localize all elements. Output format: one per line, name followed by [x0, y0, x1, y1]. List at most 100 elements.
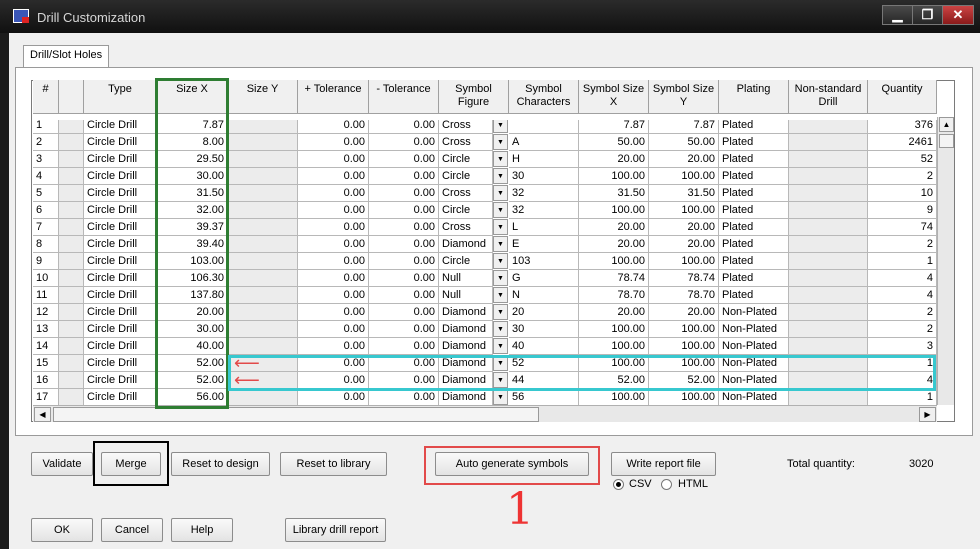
table-cell-size-y[interactable] [228, 287, 298, 304]
table-cell-type[interactable]: Circle Drill [84, 168, 157, 185]
table-cell-sym-chars[interactable]: L [509, 219, 579, 236]
table-cell-qty[interactable]: 1 [868, 253, 937, 270]
table-cell-sym-size-y[interactable]: 31.50 [649, 185, 719, 202]
table-cell-nonstd[interactable] [789, 355, 868, 372]
ok-button[interactable]: OK [31, 518, 93, 542]
reset-to-design-button[interactable]: Reset to design [171, 452, 270, 476]
table-cell-sym-chars[interactable]: 52 [509, 355, 579, 372]
chevron-down-icon[interactable]: ▼ [493, 185, 508, 201]
table-cell-sym-size-y[interactable]: 100.00 [649, 202, 719, 219]
table-cell-sym-chars[interactable]: 103 [509, 253, 579, 270]
table-cell-sym-size-x[interactable]: 31.50 [579, 185, 649, 202]
table-cell-sym-fig[interactable]: Diamond [439, 236, 493, 253]
table-cell-sym-chars[interactable]: G [509, 270, 579, 287]
library-drill-report-button[interactable]: Library drill report [285, 518, 386, 542]
table-cell-plus-tol[interactable]: 0.00 [298, 355, 369, 372]
horizontal-scroll-thumb[interactable] [53, 407, 539, 422]
table-cell-sym-size-x[interactable]: 20.00 [579, 304, 649, 321]
chevron-down-icon[interactable]: ▼ [493, 287, 508, 303]
table-cell-plus-tol[interactable]: 0.00 [298, 236, 369, 253]
table-cell-minus-tol[interactable]: 0.00 [369, 372, 439, 389]
table-cell-size-y[interactable] [228, 270, 298, 287]
table-cell-size-y[interactable] [228, 253, 298, 270]
table-cell-nonstd[interactable] [789, 287, 868, 304]
table-cell-size-x[interactable]: 39.40 [157, 236, 228, 253]
table-cell-sym-size-y[interactable]: 78.70 [649, 287, 719, 304]
table-cell-plus-tol[interactable]: 0.00 [298, 168, 369, 185]
table-cell-sym-fig[interactable]: Diamond [439, 321, 493, 338]
table-cell-size-x[interactable]: 106.30 [157, 270, 228, 287]
table-cell-type[interactable]: Circle Drill [84, 389, 157, 406]
table-cell-plating[interactable]: Non-Plated [719, 321, 789, 338]
table-cell-plating[interactable]: Non-Plated [719, 338, 789, 355]
table-cell-sym-size-x[interactable]: 20.00 [579, 236, 649, 253]
table-cell-type[interactable]: Circle Drill [84, 151, 157, 168]
column-header-minus-tol[interactable]: - Tolerance [369, 80, 439, 114]
table-cell-qty[interactable]: 2 [868, 236, 937, 253]
table-cell-type[interactable]: Circle Drill [84, 202, 157, 219]
table-cell-size-x[interactable]: 40.00 [157, 338, 228, 355]
table-cell-plus-tol[interactable]: 0.00 [298, 253, 369, 270]
column-header-sym-chars[interactable]: Symbol Characters [509, 80, 579, 114]
table-cell-nonstd[interactable] [789, 372, 868, 389]
table-cell-size-y[interactable] [228, 134, 298, 151]
table-cell-sym-fig[interactable]: Diamond [439, 355, 493, 372]
table-cell-sym-chars[interactable]: A [509, 134, 579, 151]
reset-to-library-button[interactable]: Reset to library [280, 452, 387, 476]
table-cell-minus-tol[interactable]: 0.00 [369, 321, 439, 338]
table-cell-size-y[interactable] [228, 185, 298, 202]
column-header-qty[interactable]: Quantity [868, 80, 937, 114]
table-cell-size-y[interactable] [228, 389, 298, 406]
table-cell-sym-fig[interactable]: Cross [439, 134, 493, 151]
table-cell-minus-tol[interactable]: 0.00 [369, 134, 439, 151]
table-cell-minus-tol[interactable]: 0.00 [369, 355, 439, 372]
table-cell-sym-fig[interactable]: Circle [439, 168, 493, 185]
table-cell-type[interactable]: Circle Drill [84, 236, 157, 253]
chevron-down-icon[interactable]: ▼ [493, 270, 508, 286]
chevron-down-icon[interactable]: ▼ [493, 134, 508, 150]
table-cell-plating[interactable]: Plated [719, 236, 789, 253]
table-cell-plating[interactable]: Plated [719, 168, 789, 185]
table-cell-sym-size-y[interactable]: 100.00 [649, 168, 719, 185]
table-cell-type[interactable]: Circle Drill [84, 287, 157, 304]
write-report-file-button[interactable]: Write report file [611, 452, 716, 476]
table-cell-qty[interactable]: 10 [868, 185, 937, 202]
table-cell-size-x[interactable]: 52.00 [157, 372, 228, 389]
table-cell-qty[interactable]: 4 [868, 372, 937, 389]
table-cell-sym-size-x[interactable]: 20.00 [579, 219, 649, 236]
cancel-button[interactable]: Cancel [101, 518, 163, 542]
column-header-size-y[interactable]: Size Y [228, 80, 298, 114]
table-cell-minus-tol[interactable]: 0.00 [369, 270, 439, 287]
table-cell-minus-tol[interactable]: 0.00 [369, 151, 439, 168]
table-cell-size-y[interactable] [228, 236, 298, 253]
table-cell-sym-size-y[interactable]: 100.00 [649, 338, 719, 355]
table-cell-plus-tol[interactable]: 0.00 [298, 270, 369, 287]
table-cell-nonstd[interactable] [789, 253, 868, 270]
table-cell-qty[interactable]: 2 [868, 168, 937, 185]
vertical-scrollbar[interactable]: ▲ [937, 117, 954, 405]
table-cell-nonstd[interactable] [789, 338, 868, 355]
table-cell-plating[interactable]: Plated [719, 202, 789, 219]
table-cell-minus-tol[interactable]: 0.00 [369, 202, 439, 219]
table-cell-sym-size-x[interactable]: 100.00 [579, 253, 649, 270]
table-cell-plus-tol[interactable]: 0.00 [298, 134, 369, 151]
table-cell-qty[interactable]: 4 [868, 270, 937, 287]
table-cell-plating[interactable]: Non-Plated [719, 372, 789, 389]
table-cell-size-x[interactable]: 31.50 [157, 185, 228, 202]
table-cell-sym-size-y[interactable]: 100.00 [649, 355, 719, 372]
table-cell-sym-chars[interactable]: N [509, 287, 579, 304]
table-cell-plating[interactable]: Plated [719, 253, 789, 270]
table-cell-type[interactable]: Circle Drill [84, 321, 157, 338]
table-cell-type[interactable]: Circle Drill [84, 270, 157, 287]
table-cell-size-x[interactable]: 8.00 [157, 134, 228, 151]
table-cell-sym-fig[interactable]: Cross [439, 219, 493, 236]
table-cell-minus-tol[interactable]: 0.00 [369, 219, 439, 236]
table-cell-type[interactable]: Circle Drill [84, 355, 157, 372]
table-cell-size-y[interactable] [228, 321, 298, 338]
table-cell-qty[interactable]: 74 [868, 219, 937, 236]
table-cell-size-x[interactable]: 103.00 [157, 253, 228, 270]
table-cell-sym-fig[interactable]: Circle [439, 151, 493, 168]
table-cell-sym-size-y[interactable]: 100.00 [649, 389, 719, 406]
table-cell-nonstd[interactable] [789, 134, 868, 151]
table-cell-plus-tol[interactable]: 0.00 [298, 321, 369, 338]
